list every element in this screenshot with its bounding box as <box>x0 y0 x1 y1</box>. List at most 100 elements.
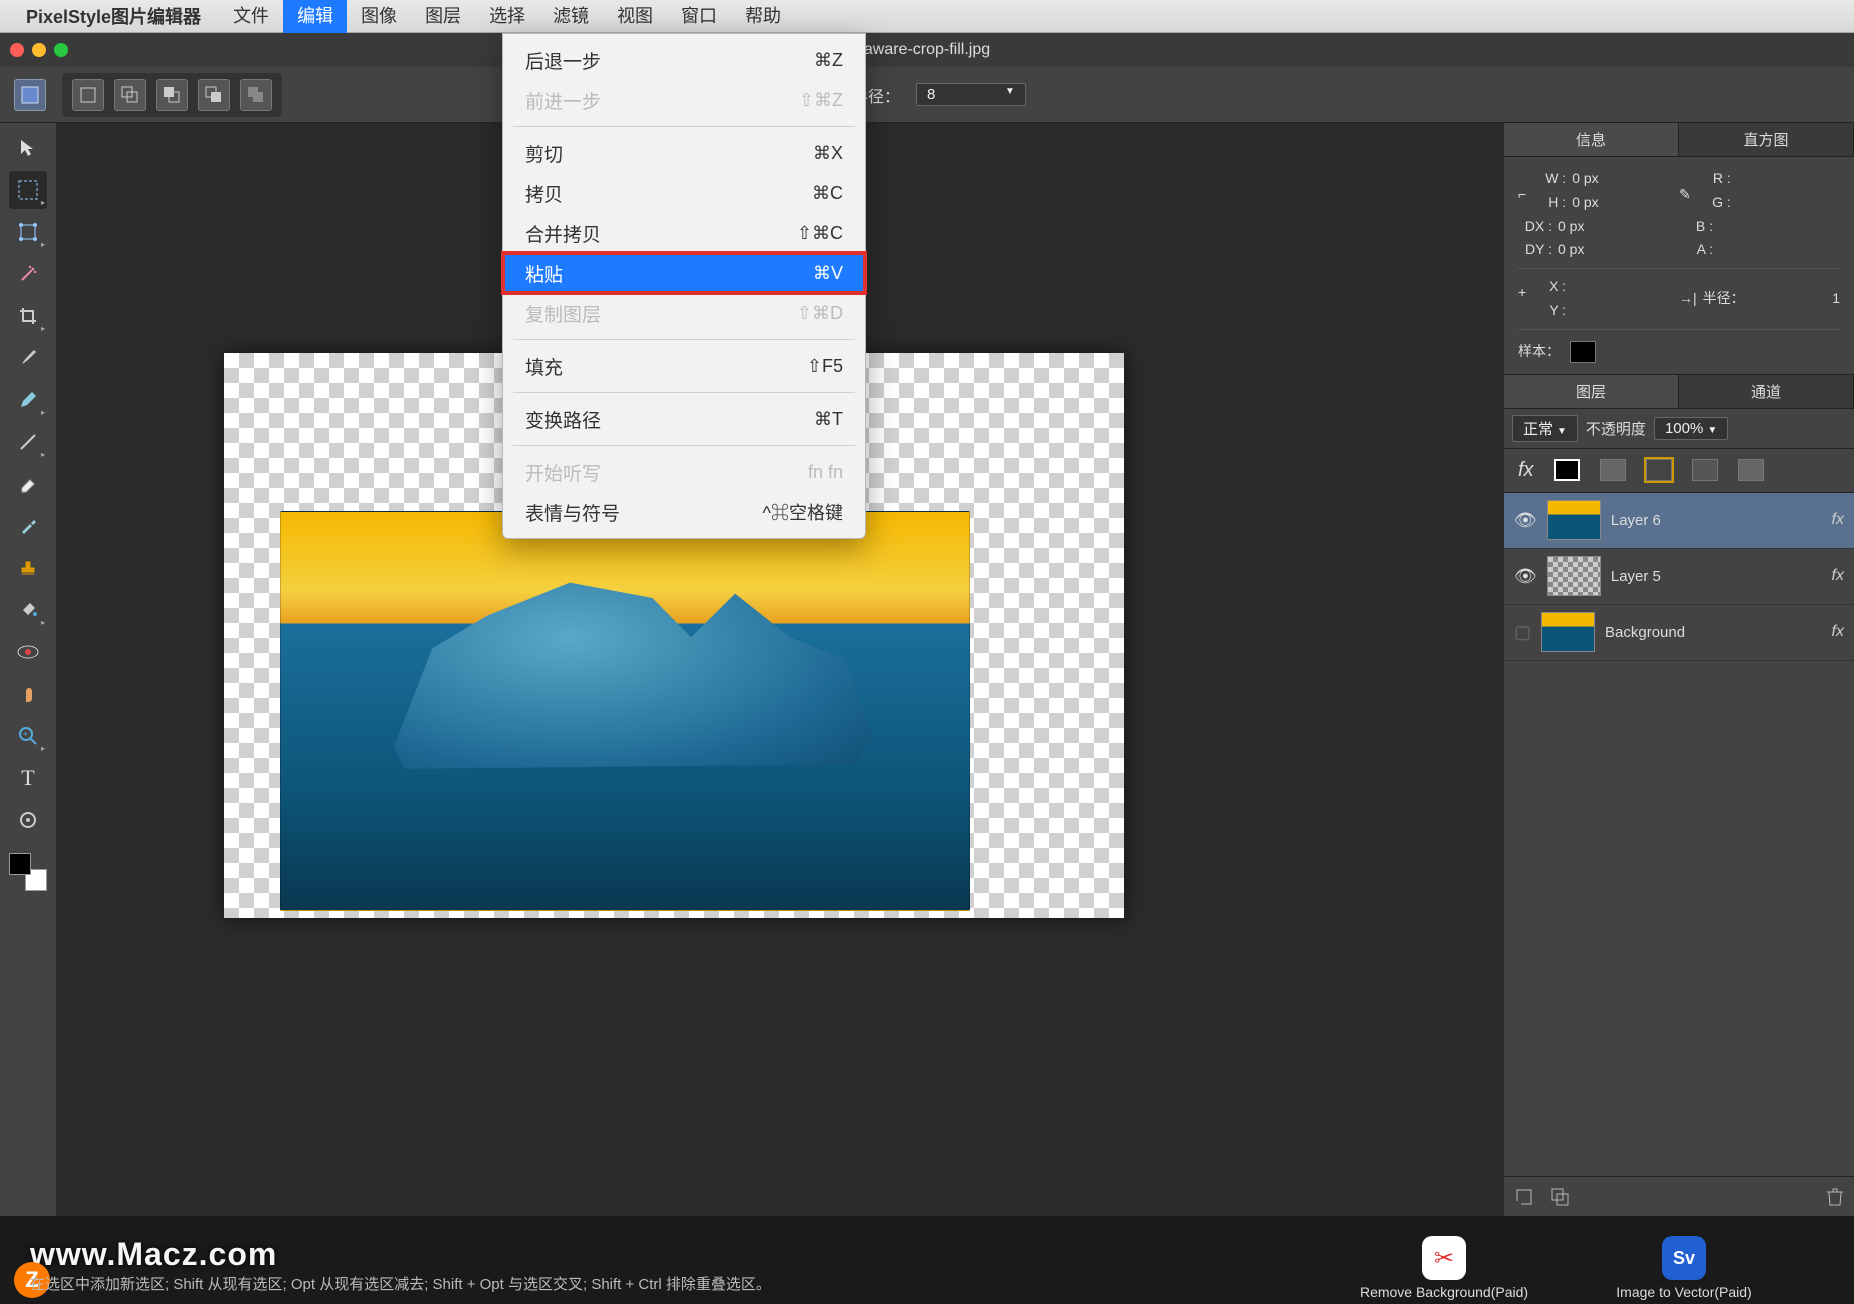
color-swatches[interactable] <box>9 853 47 891</box>
menu-filter[interactable]: 滤镜 <box>539 0 603 33</box>
opacity-input[interactable]: 100%▼ <box>1654 417 1728 440</box>
sample-swatch <box>1570 341 1596 363</box>
path-mode-2[interactable] <box>114 79 146 111</box>
tab-layers[interactable]: 图层 <box>1504 375 1679 408</box>
info-dy: 0 px <box>1558 241 1584 257</box>
menu-separator <box>513 339 855 340</box>
duplicate-layer-button[interactable] <box>1550 1187 1570 1207</box>
fx-2[interactable] <box>1600 459 1626 481</box>
path-mode-3[interactable] <box>156 79 188 111</box>
tool-bucket[interactable]: ▸ <box>9 591 47 629</box>
path-mode-5[interactable] <box>240 79 272 111</box>
shape-rectangle-button[interactable] <box>14 79 46 111</box>
menu-transform-path[interactable]: 变换路径⌘T <box>503 399 865 439</box>
menu-view[interactable]: 视图 <box>603 0 667 33</box>
window-close-button[interactable] <box>10 43 24 57</box>
eraser-icon <box>18 474 38 494</box>
layers-mini-toolbar <box>1504 1176 1854 1216</box>
menu-help[interactable]: 帮助 <box>731 0 795 33</box>
text-icon: T <box>21 765 34 791</box>
layer-blend-select[interactable]: 正常▼ <box>1512 415 1578 442</box>
visibility-toggle[interactable]: 👁 <box>1514 566 1537 587</box>
tab-channels[interactable]: 通道 <box>1679 375 1854 408</box>
tool-smudge[interactable] <box>9 675 47 713</box>
footer: Z www.Macz.com 在选区中添加新选区; Shift 从现有选区; O… <box>0 1216 1854 1304</box>
tool-line[interactable]: ▸ <box>9 423 47 461</box>
tool-measure[interactable] <box>9 801 47 839</box>
menu-paste[interactable]: 粘贴⌘V <box>503 253 865 293</box>
mac-menubar: PixelStyle图片编辑器 文件 编辑 图像 图层 选择 滤镜 视图 窗口 … <box>0 0 1854 33</box>
ad-image-to-vector[interactable]: Sv Image to Vector(Paid) <box>1584 1236 1784 1300</box>
tool-transform[interactable]: ▸ <box>9 213 47 251</box>
corner-radius-input[interactable]: 8▼ <box>916 83 1026 106</box>
tool-crop[interactable]: ▸ <box>9 297 47 335</box>
sample-label: 样本： <box>1518 340 1560 364</box>
ad-label: Image to Vector(Paid) <box>1584 1284 1784 1300</box>
layer-thumb <box>1541 612 1595 652</box>
line-icon <box>18 432 38 452</box>
info-radius-label: 半径： <box>1703 287 1745 311</box>
tool-eyedropper[interactable] <box>9 507 47 545</box>
edit-menu-dropdown: 后退一步⌘Z 前进一步⇧⌘Z 剪切⌘X 拷贝⌘C 合并拷贝⇧⌘C 粘贴⌘V 复制… <box>502 33 866 539</box>
menu-select[interactable]: 选择 <box>475 0 539 33</box>
right-panels: 信息 直方图 ⌐ W :0 px H :0 px DX :0 px DY :0 … <box>1504 123 1854 1216</box>
new-layer-button[interactable] <box>1514 1187 1534 1207</box>
tool-text[interactable]: T <box>9 759 47 797</box>
layer-row[interactable]: 👁 Layer 6 fx <box>1504 493 1854 549</box>
menu-emoji[interactable]: 表情与符号^⌘空格键 <box>503 492 865 532</box>
tool-move[interactable] <box>9 129 47 167</box>
fx-3[interactable] <box>1646 459 1672 481</box>
tab-histogram[interactable]: 直方图 <box>1679 123 1854 156</box>
tool-pencil[interactable]: ▸ <box>9 381 47 419</box>
fx-icon[interactable]: fx <box>1518 459 1534 482</box>
layer-fx-indicator[interactable]: fx <box>1832 511 1844 529</box>
visibility-toggle[interactable]: ▢ <box>1514 622 1531 643</box>
window-minimize-button[interactable] <box>32 43 46 57</box>
layer-name: Background <box>1605 624 1685 641</box>
path-mode-1[interactable] <box>72 79 104 111</box>
options-bar: 式： 正常▼ 圆角半径： 8▼ <box>0 67 1854 123</box>
tool-zoom[interactable]: +▸ <box>9 717 47 755</box>
zoom-icon: + <box>18 726 38 746</box>
menu-edit[interactable]: 编辑 <box>283 0 347 33</box>
tab-info[interactable]: 信息 <box>1504 123 1679 156</box>
tool-brush[interactable] <box>9 339 47 377</box>
tool-eraser[interactable] <box>9 465 47 503</box>
menu-copy-merged[interactable]: 合并拷贝⇧⌘C <box>503 213 865 253</box>
menu-image[interactable]: 图像 <box>347 0 411 33</box>
delete-layer-button[interactable] <box>1826 1187 1844 1207</box>
fx-4[interactable] <box>1692 459 1718 481</box>
tool-rect-marquee[interactable]: ▸ <box>9 171 47 209</box>
menu-window[interactable]: 窗口 <box>667 0 731 33</box>
tool-magic-wand[interactable] <box>9 255 47 293</box>
layer-thumb <box>1547 500 1601 540</box>
menu-copy[interactable]: 拷贝⌘C <box>503 173 865 213</box>
tool-stamp[interactable] <box>9 549 47 587</box>
path-mode-4[interactable] <box>198 79 230 111</box>
layer-row[interactable]: ▢ Background fx <box>1504 605 1854 661</box>
layer-fx-indicator[interactable]: fx <box>1832 623 1844 641</box>
foreground-color-swatch[interactable] <box>9 853 31 875</box>
ad-remove-bg[interactable]: ✂ Remove Background(Paid) <box>1344 1236 1544 1300</box>
menu-redo[interactable]: 前进一步⇧⌘Z <box>503 80 865 120</box>
tool-redeye[interactable] <box>9 633 47 671</box>
layer-name: Layer 6 <box>1611 512 1661 529</box>
menu-undo[interactable]: 后退一步⌘Z <box>503 40 865 80</box>
fx-5[interactable] <box>1738 459 1764 481</box>
menu-duplicate-layer[interactable]: 复制图层⇧⌘D <box>503 293 865 333</box>
layer-row[interactable]: 👁 Layer 5 fx <box>1504 549 1854 605</box>
info-panel-tabs: 信息 直方图 <box>1504 123 1854 157</box>
info-w: 0 px <box>1572 170 1598 186</box>
menu-file[interactable]: 文件 <box>219 0 283 33</box>
layer-fx-indicator[interactable]: fx <box>1832 567 1844 585</box>
visibility-toggle[interactable]: 👁 <box>1514 510 1537 531</box>
menu-layer[interactable]: 图层 <box>411 0 475 33</box>
menu-cut[interactable]: 剪切⌘X <box>503 133 865 173</box>
layer-name: Layer 5 <box>1611 568 1661 585</box>
layer-fx-row: fx <box>1504 449 1854 493</box>
brush-icon <box>18 348 38 368</box>
fx-fill[interactable] <box>1554 459 1580 481</box>
menu-dictation[interactable]: 开始听写fn fn <box>503 452 865 492</box>
window-zoom-button[interactable] <box>54 43 68 57</box>
menu-fill[interactable]: 填充⇧F5 <box>503 346 865 386</box>
